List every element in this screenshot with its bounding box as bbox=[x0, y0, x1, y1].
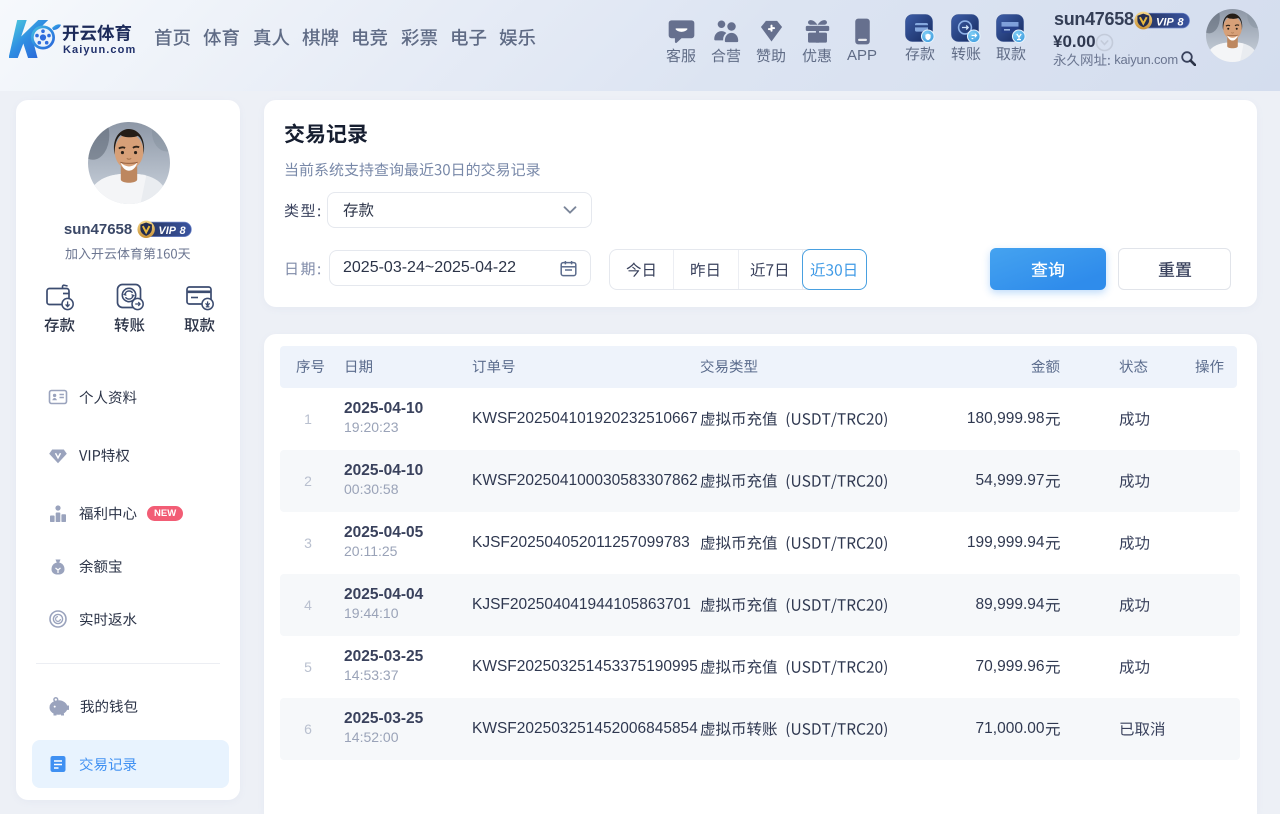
svg-text:8: 8 bbox=[180, 225, 186, 237]
svg-text:8: 8 bbox=[1178, 16, 1185, 28]
svg-text:VIP: VIP bbox=[1156, 16, 1174, 28]
svg-text:VIP: VIP bbox=[159, 225, 177, 237]
